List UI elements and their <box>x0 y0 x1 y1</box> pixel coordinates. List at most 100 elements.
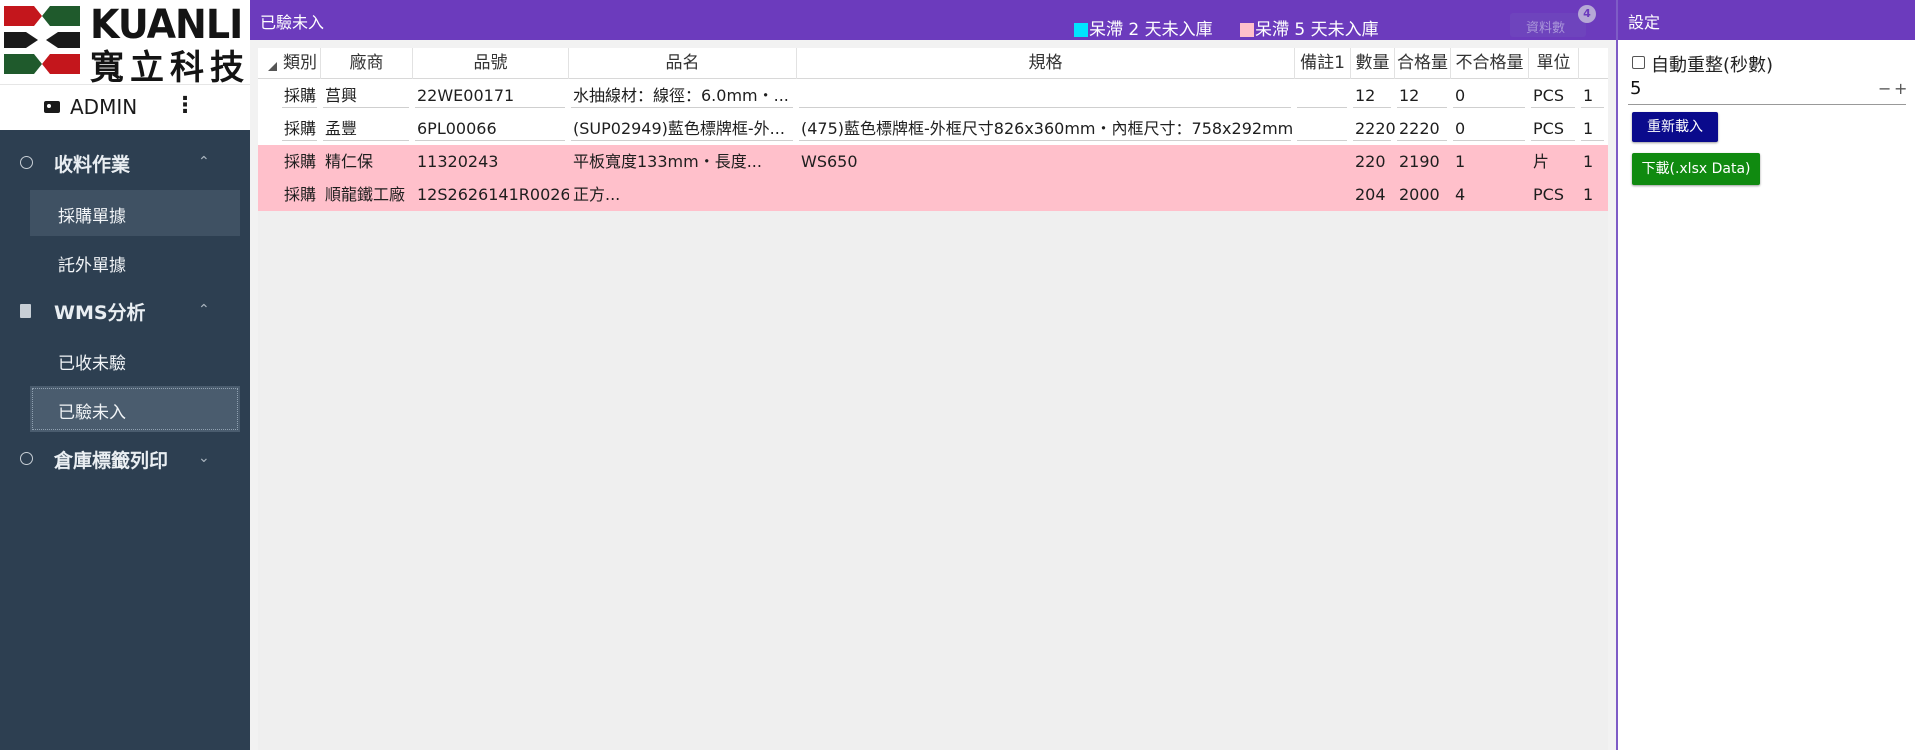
table-row[interactable]: 採購 孟豐 6PL00066 (SUP02949)藍色標牌框-外... (475… <box>258 112 1608 145</box>
cell-pass-qty: 2000 <box>1399 185 1440 204</box>
column-header[interactable]: 單位 <box>1529 48 1579 79</box>
cell-fail-qty: 0 <box>1451 112 1529 145</box>
auto-reload-label: 自動重整(秒數) <box>1651 55 1774 76</box>
cell-unit: PCS <box>1529 112 1579 145</box>
table-row[interactable]: 採購 順龍鐵工廠 12S2626141R0026 正方... 204 2000 … <box>258 178 1608 211</box>
cell-qty: 220 <box>1355 152 1386 171</box>
grid-header: 類別 廠商 品號 品名 規格 備註1 數量 合格量 不合格量 單位 <box>258 48 1608 79</box>
chevron-down-icon: ⌄ <box>198 450 210 466</box>
chevron-up-icon: ⌃ <box>198 302 210 318</box>
sidebar-item-label: 已驗未入 <box>58 403 126 423</box>
column-header[interactable]: 類別 <box>280 48 321 79</box>
cell-qty: 204 <box>1355 185 1386 204</box>
sidebar-item-outsource-docs[interactable]: 託外單據 <box>30 239 240 285</box>
download-xlsx-button[interactable]: 下載(.xlsx Data) <box>1632 153 1760 185</box>
cell-note <box>1295 178 1351 211</box>
record-count-badge: 4 <box>1578 5 1596 23</box>
cell-extra: 1 <box>1583 152 1594 171</box>
cell-type: 採購 <box>280 112 321 145</box>
nav-group-label: 倉庫標籤列印 <box>54 450 169 472</box>
column-header[interactable]: 數量 <box>1351 48 1395 79</box>
sidebar-item-inspected-not-stored[interactable]: 已驗未入 <box>30 386 240 432</box>
cell-note <box>1295 79 1351 112</box>
document-icon <box>20 304 31 318</box>
sidebar: KUANLI 寬立科技 ADMIN ⋮ 收料作業 ⌃ 採購單據 託外單據 WMS… <box>0 0 250 750</box>
sidebar-item-received-uninspected[interactable]: 已收未驗 <box>30 337 240 383</box>
cell-fail-qty: 0 <box>1451 79 1529 112</box>
cell-vendor: 孟豐 <box>321 112 413 145</box>
column-header[interactable]: 品名 <box>569 48 797 79</box>
increment-button[interactable]: + <box>1894 79 1907 98</box>
data-grid: 類別 廠商 品號 品名 規格 備註1 數量 合格量 不合格量 單位 採購 莒興 … <box>258 48 1608 750</box>
cell-part-no: 6PL00066 <box>413 112 569 145</box>
cell-extra: 1 <box>1579 112 1608 145</box>
settings-title: 設定 <box>1628 13 1661 32</box>
page-title: 已驗未入 <box>260 13 325 32</box>
legend-swatch <box>1240 23 1254 37</box>
chevron-up-icon: ⌃ <box>198 154 210 170</box>
decrement-button[interactable]: − <box>1878 79 1891 98</box>
interval-stepper[interactable]: 5 − + <box>1628 78 1907 105</box>
user-bar: ADMIN ⋮ <box>0 84 250 130</box>
sidebar-item-label: 託外單據 <box>58 256 126 276</box>
user-name: ADMIN <box>70 95 138 119</box>
cell-qty: 2220 <box>1351 112 1395 145</box>
cell-fail-qty: 4 <box>1455 185 1466 204</box>
record-count-label: 資料數 <box>1526 21 1566 36</box>
cell-vendor: 精仁保 <box>325 152 374 171</box>
cell-extra: 1 <box>1579 79 1608 112</box>
column-header[interactable]: 備註1 <box>1295 48 1351 79</box>
cell-pass-qty: 12 <box>1395 79 1451 112</box>
more-vertical-icon[interactable]: ⋮ <box>174 95 196 117</box>
cell-pass-qty: 2220 <box>1395 112 1451 145</box>
cell-vendor: 順龍鐵工廠 <box>325 185 406 204</box>
cell-note <box>1295 112 1351 145</box>
brand-name-zh: 寬立科技 <box>90 48 250 88</box>
reload-button[interactable]: 重新載入 <box>1632 112 1718 142</box>
column-header[interactable]: 廠商 <box>321 48 413 79</box>
cell-item-name: (SUP02949)藍色標牌框-外... <box>569 112 797 145</box>
cell-item-name: 水抽線材：線徑：6.0mm・... <box>569 79 797 112</box>
table-row[interactable]: 採購 精仁保 11320243 平板寬度133mm・長度... WS650 22… <box>258 145 1608 178</box>
settings-header: 設定 <box>1618 0 1915 40</box>
nav-group-label: WMS分析 <box>54 302 146 324</box>
cell-unit: PCS <box>1533 185 1564 204</box>
column-header[interactable]: 規格 <box>797 48 1295 79</box>
nav-group-wms-analysis[interactable]: WMS分析 ⌃ <box>0 290 250 334</box>
cell-item-name: 平板寬度133mm・長度... <box>573 152 762 171</box>
sidebar-item-label: 採購單據 <box>58 207 126 227</box>
record-count-button[interactable]: 資料數 <box>1510 13 1586 37</box>
cell-spec <box>797 79 1295 112</box>
cell-type: 採購 <box>280 79 321 112</box>
id-card-icon <box>44 101 60 113</box>
nav-group-receiving[interactable]: 收料作業 ⌃ <box>0 142 250 186</box>
cell-vendor: 莒興 <box>321 79 413 112</box>
settings-panel: 設定 自動重整(秒數) 5 − + 重新載入 下載(.xlsx Data) <box>1616 0 1915 750</box>
legend-swatch <box>1074 23 1088 37</box>
column-header[interactable]: 不合格量 <box>1451 48 1529 79</box>
cell-type: 採購 <box>284 152 317 171</box>
cell-part-no: 12S2626141R0026 <box>417 185 569 204</box>
cell-spec <box>797 178 1295 211</box>
sidebar-item-purchase-docs[interactable]: 採購單據 <box>30 190 240 236</box>
interval-value[interactable]: 5 <box>1630 78 1641 99</box>
auto-reload-checkbox[interactable] <box>1632 56 1645 69</box>
sort-corner-icon[interactable] <box>268 62 277 71</box>
column-header[interactable]: 合格量 <box>1395 48 1451 79</box>
cell-unit: PCS <box>1529 79 1579 112</box>
cell-part-no: 22WE00171 <box>413 79 569 112</box>
table-row[interactable]: 採購 莒興 22WE00171 水抽線材：線徑：6.0mm・... 12 12 … <box>258 79 1608 112</box>
cell-part-no: 11320243 <box>417 152 499 171</box>
column-header[interactable]: 品號 <box>413 48 569 79</box>
cell-type: 採購 <box>284 185 317 204</box>
clock-icon <box>20 156 33 169</box>
cell-note <box>1295 145 1351 178</box>
logo: KUANLI 寬立科技 <box>0 0 250 88</box>
nav-group-label-printing[interactable]: 倉庫標籤列印 ⌄ <box>0 438 250 482</box>
legend-label: 呆滯 2 天未入庫 <box>1089 20 1213 40</box>
legend-label: 呆滯 5 天未入庫 <box>1255 20 1379 40</box>
cell-qty: 12 <box>1351 79 1395 112</box>
cell-spec: (475)藍色標牌框-外框尺寸826x360mm・內框尺寸：758x292mm <box>797 112 1295 145</box>
cell-pass-qty: 2190 <box>1399 152 1440 171</box>
main-header: 已驗未入 呆滯 2 天未入庫 呆滯 5 天未入庫 資料數 4 <box>250 0 1616 40</box>
